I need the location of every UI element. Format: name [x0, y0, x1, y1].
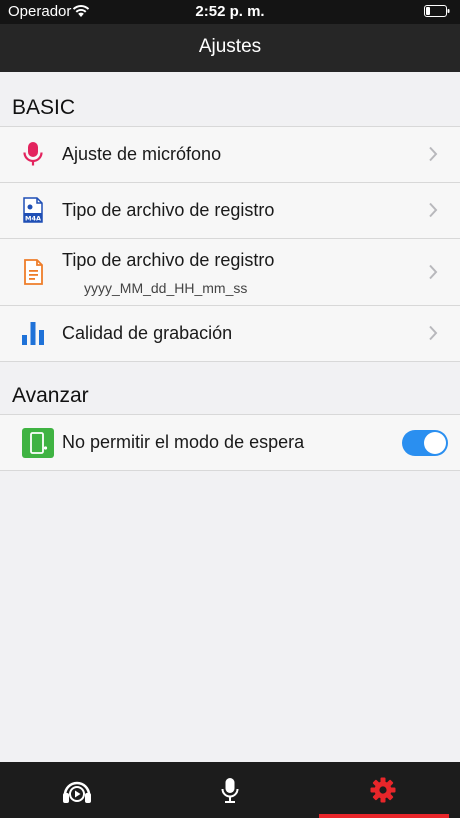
section-header-basic: BASIC — [0, 72, 460, 126]
microphone-settings-row[interactable]: Ajuste de micrófono — [0, 127, 460, 183]
page-title: Ajustes — [198, 36, 262, 57]
section-title: Avanzar — [12, 384, 89, 407]
row-label: Tipo de archivo de registro — [62, 200, 275, 220]
row-label: Calidad de grabación — [62, 323, 233, 343]
row-label: No permitir el modo de espera — [62, 432, 305, 452]
headphones-play-icon — [62, 781, 91, 803]
microphone-icon — [23, 142, 43, 166]
m4a-file-icon: M4A — [23, 197, 43, 223]
tab-bar — [0, 762, 460, 818]
chevron-right-icon — [429, 264, 438, 280]
bar-chart-icon — [22, 322, 44, 345]
chevron-right-icon — [429, 325, 438, 341]
tab-settings[interactable] — [306, 762, 459, 818]
gear-icon — [370, 777, 395, 803]
tab-record[interactable] — [153, 762, 306, 818]
battery-icon — [424, 5, 450, 17]
tab-player[interactable] — [0, 762, 153, 818]
chevron-right-icon — [429, 146, 438, 162]
advanced-settings-group: No permitir el modo de espera — [0, 414, 460, 471]
row-label: Ajuste de micrófono — [62, 144, 222, 164]
document-icon — [24, 259, 43, 285]
row-label: Tipo de archivo de registro — [62, 250, 275, 270]
chevron-right-icon — [429, 202, 438, 218]
record-file-name-row[interactable]: Tipo de archivo de registro yyyy_MM_dd_H… — [0, 239, 460, 306]
toggle-knob — [424, 432, 446, 454]
status-bar: Operador 2:52 p. m. — [0, 0, 460, 24]
prevent-sleep-row: No permitir el modo de espera — [0, 415, 460, 470]
selected-tab-indicator — [319, 814, 449, 818]
file-name-format: yyyy_MM_dd_HH_mm_ss — [84, 280, 248, 296]
phone-sleep-icon — [22, 428, 54, 458]
status-time: 2:52 p. m. — [195, 3, 265, 20]
recording-quality-row[interactable]: Calidad de grabación — [0, 306, 460, 361]
basic-settings-group: Ajuste de micrófono M4A Tipo de archivo … — [0, 126, 460, 362]
section-title: BASIC — [12, 96, 76, 119]
microphone-icon — [221, 778, 238, 803]
prevent-sleep-toggle[interactable] — [402, 430, 448, 456]
record-file-type-row[interactable]: M4A Tipo de archivo de registro — [0, 183, 460, 239]
svg-text:M4A: M4A — [25, 214, 41, 222]
settings-content: BASIC Ajuste de micrófono M4A Tipo de ar… — [0, 72, 460, 762]
navigation-bar: Ajustes — [0, 24, 460, 72]
section-header-advanced: Avanzar — [0, 362, 460, 414]
